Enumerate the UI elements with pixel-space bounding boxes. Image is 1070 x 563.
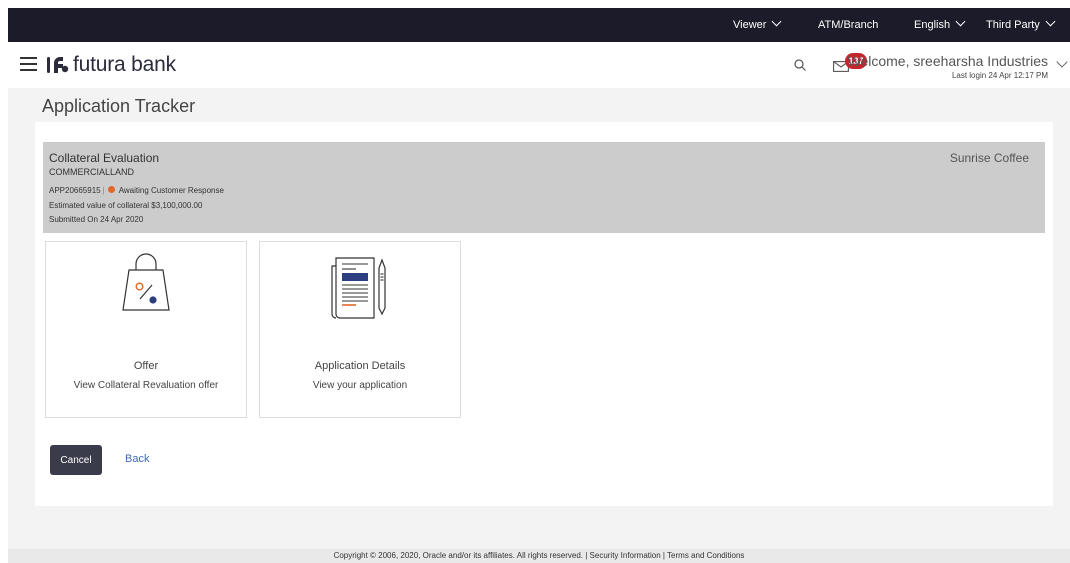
chevron-down-icon (771, 16, 782, 27)
cancel-button[interactable]: Cancel (50, 445, 102, 475)
chevron-down-icon (1045, 16, 1056, 27)
offer-title: Offer (133, 360, 159, 372)
header: futura bank 137 Welcome, sreeharsha Indu… (8, 42, 1070, 88)
footer: Copyright © 2006, 2020, Oracle and/or it… (8, 549, 1070, 563)
language-menu[interactable]: English (914, 8, 966, 42)
atm-branch-label: ATM/Branch (818, 19, 879, 31)
viewer-label: Viewer (733, 19, 767, 31)
third-party-label: Third Party (986, 19, 1040, 31)
estimated-value: Estimated value of collateral $3,100,000… (49, 201, 203, 210)
search-icon[interactable] (794, 59, 806, 71)
status-dot-icon (107, 186, 115, 193)
brand-name: futura bank (73, 53, 176, 76)
last-login-text: Last login 24 Apr 12:17 PM (951, 71, 1048, 80)
summary-type: COMMERCIALLAND (49, 167, 135, 177)
app-frame: Viewer ATM/Branch English Third Party fu… (8, 8, 1070, 563)
summary-app-status: APP20665915 | Awaiting Customer Response (49, 186, 224, 195)
page-title: Application Tracker (42, 96, 196, 116)
application-details-description: View your application (312, 380, 408, 391)
footer-text: Copyright © 2006, 2020, Oracle and/or it… (333, 551, 745, 560)
back-link[interactable]: Back (125, 453, 149, 465)
submitted-date: Submitted On 24 Apr 2020 (49, 215, 144, 224)
application-summary: Collateral Evaluation COMMERCIALLAND APP… (43, 142, 1045, 233)
atm-branch-link[interactable]: ATM/Branch (818, 8, 878, 42)
application-details-tile[interactable]: Application Details View your applicatio… (259, 241, 461, 418)
welcome-text[interactable]: Welcome, sreeharsha Industries (848, 53, 1049, 69)
status-text: Awaiting Customer Response (118, 186, 224, 195)
third-party-menu[interactable]: Third Party (986, 8, 1056, 42)
offer-description: View Collateral Revaluation offer (73, 380, 219, 391)
offer-bag-icon (122, 253, 170, 311)
company-name: Sunrise Coffee (949, 151, 1029, 165)
summary-title: Collateral Evaluation (49, 151, 160, 165)
hamburger-menu-icon[interactable] (20, 57, 37, 71)
top-bar: Viewer ATM/Branch English Third Party (8, 8, 1070, 42)
viewer-menu[interactable]: Viewer (733, 8, 782, 42)
application-details-title: Application Details (314, 360, 406, 372)
chevron-down-icon (955, 16, 966, 27)
brand-logo[interactable]: futura bank (46, 52, 176, 78)
document-pen-icon (331, 257, 386, 319)
futura-bank-logo-icon (47, 57, 69, 73)
application-id: APP20665915 (49, 186, 101, 195)
chevron-down-icon[interactable] (1056, 56, 1068, 68)
offer-tile[interactable]: Offer View Collateral Revaluation offer (45, 241, 247, 418)
language-label: English (914, 19, 951, 31)
